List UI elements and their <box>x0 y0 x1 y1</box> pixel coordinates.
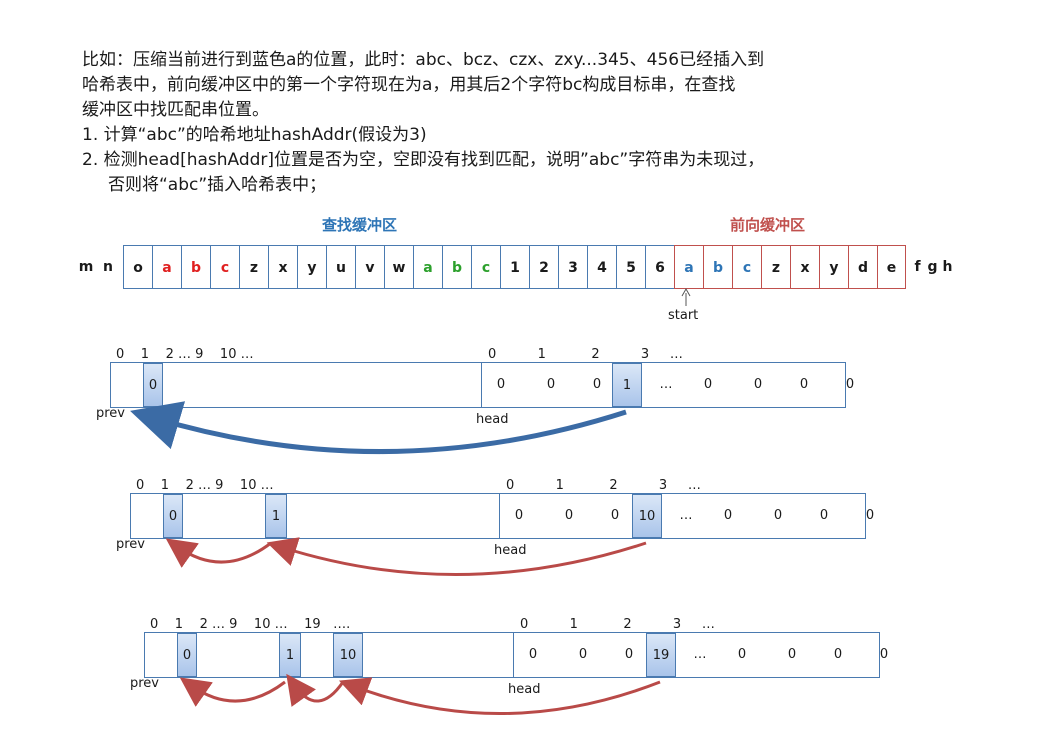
head-to-prev-arrow <box>130 401 627 455</box>
prev-chain-arrow <box>286 673 345 707</box>
arrows-layer <box>130 287 691 715</box>
prev-chain-arrow <box>165 538 272 568</box>
prev-chain-arrow <box>179 677 286 707</box>
head-to-prev-arrow <box>338 677 661 715</box>
head-to-prev-arrow <box>266 537 647 576</box>
